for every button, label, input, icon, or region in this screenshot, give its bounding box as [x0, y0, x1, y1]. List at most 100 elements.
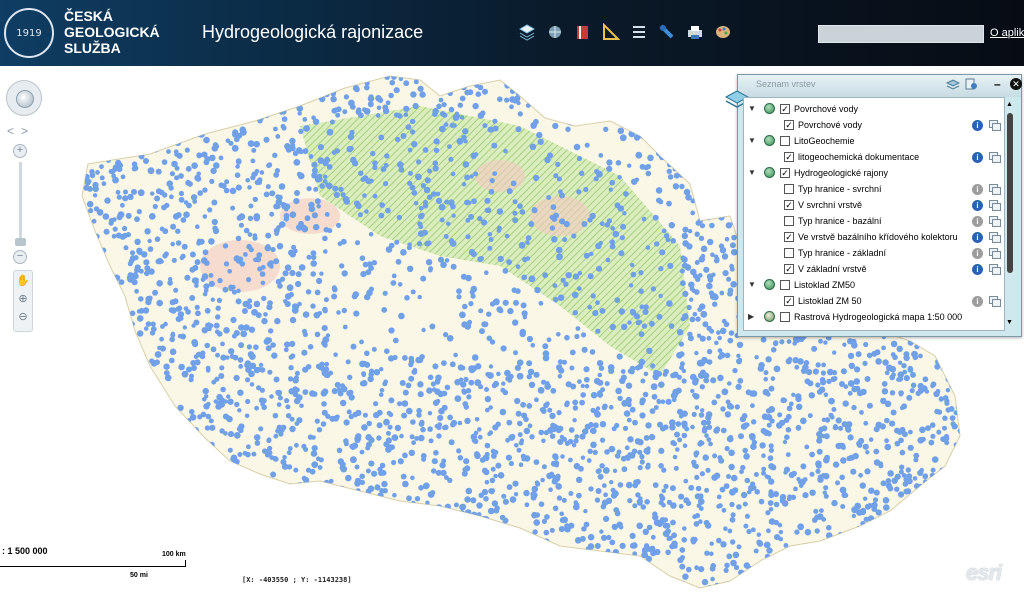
minimize-icon[interactable]: –: [994, 77, 1001, 91]
layer-legend-icon[interactable]: [989, 232, 1001, 243]
layer-visibility-checkbox[interactable]: ✓: [784, 296, 794, 306]
layer-legend-icon[interactable]: [989, 184, 1001, 195]
layer-legend-icon[interactable]: [989, 216, 1001, 227]
layer-label: Listoklad ZM 50: [798, 296, 862, 306]
zoom-box-out-icon[interactable]: ⊖: [15, 309, 31, 325]
collapse-arrow-icon[interactable]: ▼: [748, 168, 756, 177]
layer-visibility-checkbox[interactable]: [780, 312, 790, 322]
zoom-slider-handle[interactable]: [15, 238, 26, 246]
scroll-up-icon[interactable]: ▲: [1006, 101, 1013, 108]
legend-book-icon[interactable]: [572, 21, 594, 43]
scale-bar-tick: [185, 560, 186, 566]
sublayer-row[interactable]: ✓ V svrchní vrstvě i: [744, 197, 1004, 213]
measure-icon[interactable]: [600, 21, 622, 43]
layer-info-icon[interactable]: [964, 78, 978, 90]
layer-legend-icon[interactable]: [989, 152, 1001, 163]
full-extent-globe-icon[interactable]: [16, 90, 34, 108]
layer-legend-icon[interactable]: [989, 296, 1001, 307]
sublayer-row[interactable]: Typ hranice - bazální i: [744, 213, 1004, 229]
sublayer-row[interactable]: ✓ V základní vrstvě i: [744, 261, 1004, 277]
org-name-line: ČESKÁ: [64, 8, 114, 24]
scroll-thumb[interactable]: [1007, 113, 1013, 273]
scale-ratio: : 1 500 000: [2, 546, 48, 556]
layer-info-icon[interactable]: i: [972, 152, 983, 163]
cursor-coordinates: [X: -403550 ; Y: -1143238]: [242, 576, 352, 584]
identify-pin-icon[interactable]: [656, 21, 678, 43]
layer-visibility-checkbox[interactable]: ✓: [780, 168, 790, 178]
layer-visibility-checkbox[interactable]: ✓: [784, 264, 794, 274]
layer-info-icon[interactable]: i: [972, 216, 983, 227]
service-globe-icon: [764, 135, 775, 146]
layer-legend-icon[interactable]: [989, 200, 1001, 211]
panel-header-icons: [946, 78, 978, 90]
layer-visibility-checkbox[interactable]: [784, 248, 794, 258]
sublayer-row[interactable]: ✓ Ve vrstvě bazálního křídového kolektoru…: [744, 229, 1004, 245]
layers-small-icon[interactable]: [946, 78, 960, 90]
close-icon[interactable]: ✕: [1010, 78, 1022, 90]
org-name-line: SLUŽBA: [64, 40, 121, 56]
about-app-link[interactable]: O aplika: [990, 27, 1024, 39]
layer-visibility-checkbox[interactable]: [784, 216, 794, 226]
zoom-out-button[interactable]: −: [13, 250, 27, 264]
layer-info-icon[interactable]: i: [972, 296, 983, 307]
layer-label: Typ hranice - svrchní: [798, 184, 882, 194]
layer-legend-icon[interactable]: [989, 264, 1001, 275]
layer-info-icon[interactable]: i: [972, 200, 983, 211]
layer-visibility-checkbox[interactable]: [780, 136, 790, 146]
layer-label: litogeochemická dokumentace: [798, 152, 920, 162]
layer-info-icon[interactable]: i: [972, 264, 983, 275]
layer-legend-icon[interactable]: [989, 248, 1001, 259]
collapse-arrow-icon[interactable]: ▼: [748, 136, 756, 145]
previous-extent-icon[interactable]: <: [7, 124, 14, 138]
scale-mi-label: 50 mi: [130, 572, 148, 579]
layer-label: V základní vrstvě: [798, 264, 867, 274]
layer-info-icon[interactable]: i: [972, 248, 983, 259]
layer-visibility-checkbox[interactable]: ✓: [784, 120, 794, 130]
sublayer-row[interactable]: Typ hranice - svrchní i: [744, 181, 1004, 197]
layer-visibility-checkbox[interactable]: ✓: [780, 104, 790, 114]
search-input[interactable]: [818, 25, 984, 43]
service-globe-icon: [764, 167, 775, 178]
layer-visibility-checkbox[interactable]: ✓: [784, 200, 794, 210]
basemap-icon[interactable]: [544, 21, 566, 43]
sublayer-row[interactable]: ✓ Listoklad ZM 50 i: [744, 293, 1004, 309]
layer-group-row[interactable]: ▼ Listoklad ZM50: [744, 277, 1004, 293]
service-globe-icon: [764, 279, 775, 290]
org-name-line: GEOLOGICKÁ: [64, 24, 160, 40]
layer-info-icon[interactable]: i: [972, 184, 983, 195]
layer-label: Rastrová Hydrogeologická mapa 1:50 000: [794, 312, 963, 322]
layer-group-row[interactable]: ▶ Rastrová Hydrogeologická mapa 1:50 000: [744, 309, 1004, 325]
zoom-box-in-icon[interactable]: ⊕: [15, 291, 31, 307]
layer-info-icon[interactable]: i: [972, 232, 983, 243]
sublayer-row[interactable]: ✓ Povrchové vody i: [744, 117, 1004, 133]
zoom-in-button[interactable]: +: [13, 144, 27, 158]
sublayer-row[interactable]: ✓ litogeochemická dokumentace i: [744, 149, 1004, 165]
next-extent-icon[interactable]: >: [21, 124, 28, 138]
layer-list-scrollbar[interactable]: ▲ ▼: [1006, 97, 1016, 331]
layer-visibility-checkbox[interactable]: [780, 280, 790, 290]
layer-group-row[interactable]: ▼ ✓ Hydrogeologické rajony: [744, 165, 1004, 181]
layer-visibility-checkbox[interactable]: [784, 184, 794, 194]
scroll-down-icon[interactable]: ▼: [1006, 319, 1013, 326]
list-icon[interactable]: [628, 21, 650, 43]
esri-logo: esri: [966, 560, 1002, 585]
layer-legend-icon[interactable]: [989, 120, 1001, 131]
pan-control[interactable]: [6, 80, 42, 116]
layer-label: Typ hranice - bazální: [798, 216, 882, 226]
sublayer-row[interactable]: Typ hranice - základní i: [744, 245, 1004, 261]
collapse-arrow-icon[interactable]: ▼: [748, 280, 756, 289]
layers-icon[interactable]: [516, 21, 538, 43]
expand-arrow-icon[interactable]: ▶: [748, 312, 754, 321]
org-name: ČESKÁ GEOLOGICKÁ SLUŽBA: [64, 8, 160, 56]
layer-group-row[interactable]: ▼ LitoGeochemie: [744, 133, 1004, 149]
print-icon[interactable]: [684, 21, 706, 43]
layer-visibility-checkbox[interactable]: ✓: [784, 232, 794, 242]
palette-icon[interactable]: [712, 21, 734, 43]
pan-hand-icon[interactable]: ✋: [15, 273, 31, 289]
zoom-slider-track[interactable]: [19, 162, 22, 240]
collapse-arrow-icon[interactable]: ▼: [748, 104, 756, 113]
layer-info-icon[interactable]: i: [972, 120, 983, 131]
layer-group-row[interactable]: ▼ ✓ Povrchové vody: [744, 101, 1004, 117]
layer-label: Ve vrstvě bazálního křídového kolektoru: [798, 232, 958, 242]
layer-visibility-checkbox[interactable]: ✓: [784, 152, 794, 162]
